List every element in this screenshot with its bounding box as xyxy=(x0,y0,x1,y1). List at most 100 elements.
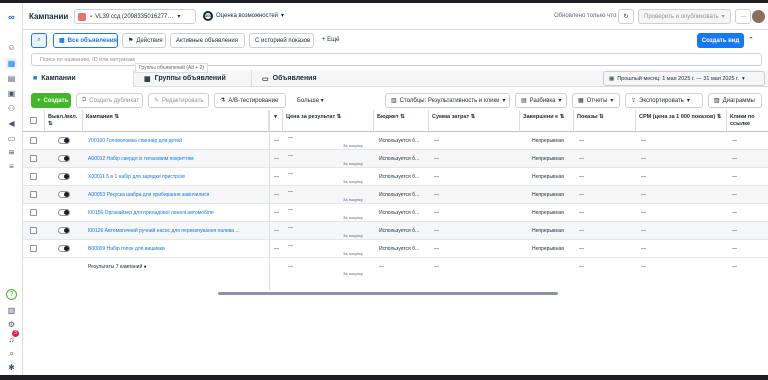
clicks-value: — xyxy=(732,174,737,180)
campaign-name-link[interactable]: А00053 Рекуска шабра для прибирання закі… xyxy=(85,186,267,204)
table-row[interactable]: І00126 Автоматичний ручний насос для пер… xyxy=(23,222,768,240)
tab-ads[interactable]: ▭ Объявления xyxy=(252,70,372,87)
row-dash: — xyxy=(274,210,279,216)
spent-header-label: Сумма затрат xyxy=(432,114,470,120)
select-all-checkbox[interactable] xyxy=(30,117,37,124)
copy-icon: ⧉ xyxy=(82,97,87,103)
column-header-clicks[interactable]: Клики по ссылке xyxy=(727,110,768,132)
more-actions-button[interactable]: Больше ▾ xyxy=(297,97,324,104)
tab-campaigns[interactable]: ■ Кампании xyxy=(23,70,134,87)
menu-icon[interactable]: ≡ xyxy=(6,161,17,172)
avatar[interactable] xyxy=(752,10,765,23)
campaign-toggle[interactable] xyxy=(58,209,70,216)
row-checkbox[interactable] xyxy=(30,155,37,162)
campaign-toggle[interactable] xyxy=(58,191,70,198)
refresh-button[interactable]: ↻ xyxy=(618,9,634,24)
account-selector[interactable]: ▪ VL39 ссд (2098335016277… ▾ xyxy=(74,9,196,24)
review-publish-button[interactable]: Проверить и опубликовать ▾ xyxy=(638,9,731,24)
account-name: VL39 ссд (2098335016277… xyxy=(95,13,174,20)
onoff-header-label: Выкл./вкл. xyxy=(48,114,78,120)
column-header-spent[interactable]: Сумма затрат ⇅ xyxy=(429,110,520,132)
column-header-cpm[interactable]: CPM (цена за 1 000 показов) ⇅ xyxy=(636,110,727,132)
all-ads-button[interactable]: ▦ Все объявления xyxy=(53,33,118,48)
row-checkbox[interactable] xyxy=(30,209,37,216)
table-row[interactable]: А00053 Рекуска шабра для прибирання закі… xyxy=(23,186,768,204)
more-filters-button[interactable]: + Ещё xyxy=(322,37,339,43)
campaign-toggle[interactable] xyxy=(58,227,70,234)
smiley-icon[interactable]: ☺ xyxy=(6,42,17,53)
create-view-button[interactable]: Создать вид xyxy=(697,33,744,48)
date-range-picker[interactable]: ▦ Прошлый месяц: 1 мая 2025 г. — 31 мая 2… xyxy=(603,71,765,86)
table-row[interactable]: А00012 Набір свердл із титановим покритт… xyxy=(23,150,768,168)
opportunity-score[interactable]: Оценка возможностей xyxy=(216,13,278,19)
row-checkbox[interactable] xyxy=(30,137,37,144)
campaign-name-link[interactable]: І00126 Автоматичний ручний насос для пер… xyxy=(85,222,267,240)
row-checkbox[interactable] xyxy=(30,173,37,180)
chevron-down-icon[interactable]: ▾ xyxy=(281,12,284,19)
help-icon[interactable]: ? xyxy=(6,289,17,300)
grid-icon[interactable]: ▤ xyxy=(6,73,17,84)
table-icon[interactable]: ▦ xyxy=(6,58,17,69)
campaign-name-link[interactable]: А00012 Набір свердл із титановим покритт… xyxy=(85,150,267,168)
column-header-onoff[interactable]: Выкл./вкл. ⇅ xyxy=(45,110,83,132)
column-header-cost[interactable]: Цена за результат ⇅ xyxy=(283,110,374,132)
edit-button[interactable]: ✎ Редактировать xyxy=(148,93,209,108)
row-dash: — xyxy=(274,192,279,198)
columns-button[interactable]: ▥ Столбцы: Результативность и клики ▾ xyxy=(385,93,510,108)
column-header-campaign[interactable]: Кампания ⇅ xyxy=(83,110,269,132)
tab-ads-label: Объявления xyxy=(272,75,317,82)
results-budget-dash: — xyxy=(379,264,384,270)
column-header-budget[interactable]: Бюджет ⇅ xyxy=(374,110,429,132)
charts-button[interactable]: ▨ Диаграммы xyxy=(708,93,762,108)
card-icon[interactable]: ▭ xyxy=(6,133,17,144)
horizontal-scrollbar[interactable] xyxy=(218,292,558,295)
megaphone-icon[interactable]: ◀ xyxy=(6,118,17,129)
row-checkbox[interactable] xyxy=(30,245,37,252)
duplicate-button[interactable]: ⧉ Создать дубликат xyxy=(76,93,143,108)
row-checkbox[interactable] xyxy=(30,191,37,198)
cost-value: — xyxy=(288,171,293,177)
search-toggle-button[interactable]: ⌕ xyxy=(31,33,47,48)
pages-icon[interactable]: ▣ xyxy=(6,88,17,99)
layers-icon[interactable]: ≋ xyxy=(6,147,17,158)
row-checkbox[interactable] xyxy=(30,227,37,234)
campaign-toggle[interactable] xyxy=(58,137,70,144)
info-icon[interactable]: ● xyxy=(144,264,147,270)
results-text: Результаты 7 кампаний xyxy=(88,264,143,270)
gear-icon[interactable]: ⚙ xyxy=(6,319,17,330)
table-row[interactable]: В00009 Набір голок для вишивки — — За покуп… xyxy=(23,240,768,258)
reports-button[interactable]: ▦ Отчеты ▾ xyxy=(572,93,620,108)
cost-value: — xyxy=(288,153,293,159)
table-row[interactable]: У00160 Головоломка спиннер для детей — — За… xyxy=(23,132,768,150)
meta-logo-icon[interactable]: ∞ xyxy=(6,12,17,23)
search-icon[interactable]: ⌕ xyxy=(6,348,17,359)
campaign-toggle[interactable] xyxy=(58,173,70,180)
cost-value: — xyxy=(288,243,293,249)
book-icon[interactable]: ▥ xyxy=(6,305,17,316)
active-ads-button[interactable]: Активные объявления xyxy=(170,33,245,48)
table-row[interactable]: І00156 Органайзер для приладової панелі … xyxy=(23,204,768,222)
history-button[interactable]: С историей показов xyxy=(249,33,314,48)
column-header-arrow[interactable]: ▾ xyxy=(269,110,283,132)
column-header-impressions[interactable]: Показы ⇅ xyxy=(574,110,636,132)
export-button[interactable]: ⇪ Экспортировать ▾ xyxy=(625,93,703,108)
campaign-toggle[interactable] xyxy=(58,155,70,162)
more-button[interactable]: ··· xyxy=(735,9,751,24)
cost-value: — xyxy=(288,189,293,195)
table-row[interactable]: Х00011 5 в 1 набір для зарядки пристроїв… xyxy=(23,168,768,186)
campaign-name-link[interactable]: У00160 Головоломка спиннер для детей xyxy=(85,132,267,150)
ends-value: Непрерывная xyxy=(532,174,564,180)
column-header-ends[interactable]: Завершени е ⇅ xyxy=(520,110,574,132)
ab-test-button[interactable]: ⚗ A/B-тестирование xyxy=(214,93,286,108)
bug-icon[interactable]: ✱ xyxy=(6,362,17,373)
people-icon[interactable]: ⚇ xyxy=(6,103,17,114)
campaign-toggle[interactable] xyxy=(58,245,70,252)
create-button[interactable]: + Создать xyxy=(31,93,71,108)
chevron-up-icon[interactable]: ⌃ xyxy=(748,36,754,44)
campaign-name-link[interactable]: І00156 Органайзер для приладової панелі … xyxy=(85,204,267,222)
campaign-name-link[interactable]: Х00011 5 в 1 набір для зарядки пристроїв xyxy=(85,168,267,186)
campaign-name-link[interactable]: В00009 Набір голок для вишивки xyxy=(85,240,267,258)
campaigns-table: Выкл./вкл. ⇅ Кампания ⇅ ▾ Цена за резуль… xyxy=(23,110,768,290)
actions-button[interactable]: ⚑ Действия xyxy=(122,33,166,48)
breakdown-button[interactable]: ▤ Разбивка ▾ xyxy=(515,93,567,108)
